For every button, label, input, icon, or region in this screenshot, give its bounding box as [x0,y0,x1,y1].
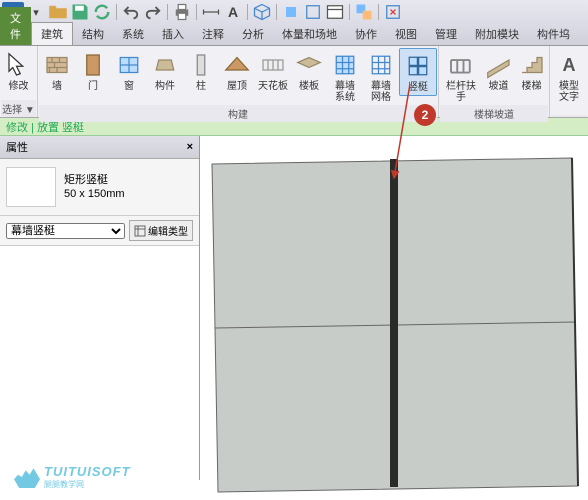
tab-extra[interactable]: 基筑巧模（装 [579,23,588,45]
ribbon-tabs: 文件 建筑 结构 系统 插入 注释 分析 体量和场地 协作 视图 管理 附加模块… [0,24,588,46]
watermark-sub: 腿腿教学网 [44,479,131,490]
roof-tool[interactable]: 屋顶 [219,48,255,94]
window-icon[interactable] [325,2,345,22]
type-selector[interactable]: 矩形竖梃 50 x 150mm [0,159,199,216]
section-icon[interactable] [281,2,301,22]
railing-tool[interactable]: 栏杆扶手 [440,48,482,105]
ramp-tool[interactable]: 坡道 [482,48,515,94]
tab-architecture[interactable]: 建筑 [31,22,73,45]
watermark: TUITUISOFT 腿腿教学网 [14,464,131,490]
callout-arrow [390,82,430,182]
curtain-system-tool[interactable]: 幕墙 系统 [327,48,363,105]
floor-tool[interactable]: 楼板 [291,48,327,94]
tab-structure[interactable]: 结构 [73,23,113,45]
tab-annotate[interactable]: 注释 [193,23,233,45]
edit-type-button[interactable]: 编辑类型 [129,220,193,241]
ribbon: 修改 选择 ▼ 墙 门 窗 构件 柱 屋顶 天花板 楼板 幕墙 系统 幕墙 网格… [0,46,588,118]
redo-icon[interactable] [143,2,163,22]
print-icon[interactable] [172,2,192,22]
tab-insert[interactable]: 插入 [153,23,193,45]
type-size: 50 x 150mm [64,187,125,201]
model-text-tool[interactable]: A模型 文字 [551,48,587,105]
properties-title: 属性 [6,139,28,155]
tab-view[interactable]: 视图 [386,23,426,45]
wall-tool[interactable]: 墙 [39,48,75,94]
drawing-canvas[interactable] [200,136,588,480]
tab-analyze[interactable]: 分析 [233,23,273,45]
watermark-icon [14,466,40,488]
window-tool[interactable]: 窗 [111,48,147,94]
watermark-main: TUITUISOFT [44,464,131,479]
ceiling-tool[interactable]: 天花板 [255,48,291,94]
quick-access-toolbar: R ▾ A [0,0,588,24]
group-select: 选择 ▼ [1,100,36,117]
text-icon[interactable]: A [223,2,243,22]
file-tab[interactable]: 文件 [0,7,31,45]
3d-icon[interactable] [252,2,272,22]
tab-systems[interactable]: 系统 [113,23,153,45]
curtain-wall-model [210,156,580,496]
door-tool[interactable]: 门 [75,48,111,94]
group-stair: 楼梯坡道 [440,105,548,122]
component-tool[interactable]: 构件 [147,48,183,94]
save-icon[interactable] [70,2,90,22]
measure-icon[interactable] [201,2,221,22]
properties-grid[interactable] [0,246,199,480]
modify-tool[interactable]: 修改 [1,48,36,94]
type-thumbnail [6,167,56,207]
switch-icon[interactable] [354,2,374,22]
open-icon[interactable] [48,2,68,22]
group-build: 构建 [39,105,437,122]
undo-icon[interactable] [121,2,141,22]
tab-massing[interactable]: 体量和场地 [273,23,346,45]
category-selector[interactable]: 幕墙竖梃 [6,223,125,239]
stair-tool[interactable]: 楼梯 [515,48,548,94]
properties-close-icon[interactable]: × [187,141,193,153]
column-tool[interactable]: 柱 [183,48,219,94]
plan-icon[interactable] [303,2,323,22]
tab-manage[interactable]: 管理 [426,23,466,45]
tab-collaborate[interactable]: 协作 [346,23,386,45]
sync-icon[interactable] [92,2,112,22]
close-window-icon[interactable] [383,2,403,22]
tab-addins[interactable]: 附加模块 [466,23,528,45]
type-name: 矩形竖梃 [64,173,125,187]
tab-components[interactable]: 构件坞 [528,23,579,45]
properties-panel: 属性 × 矩形竖梃 50 x 150mm 幕墙竖梃 编辑类型 [0,136,200,480]
